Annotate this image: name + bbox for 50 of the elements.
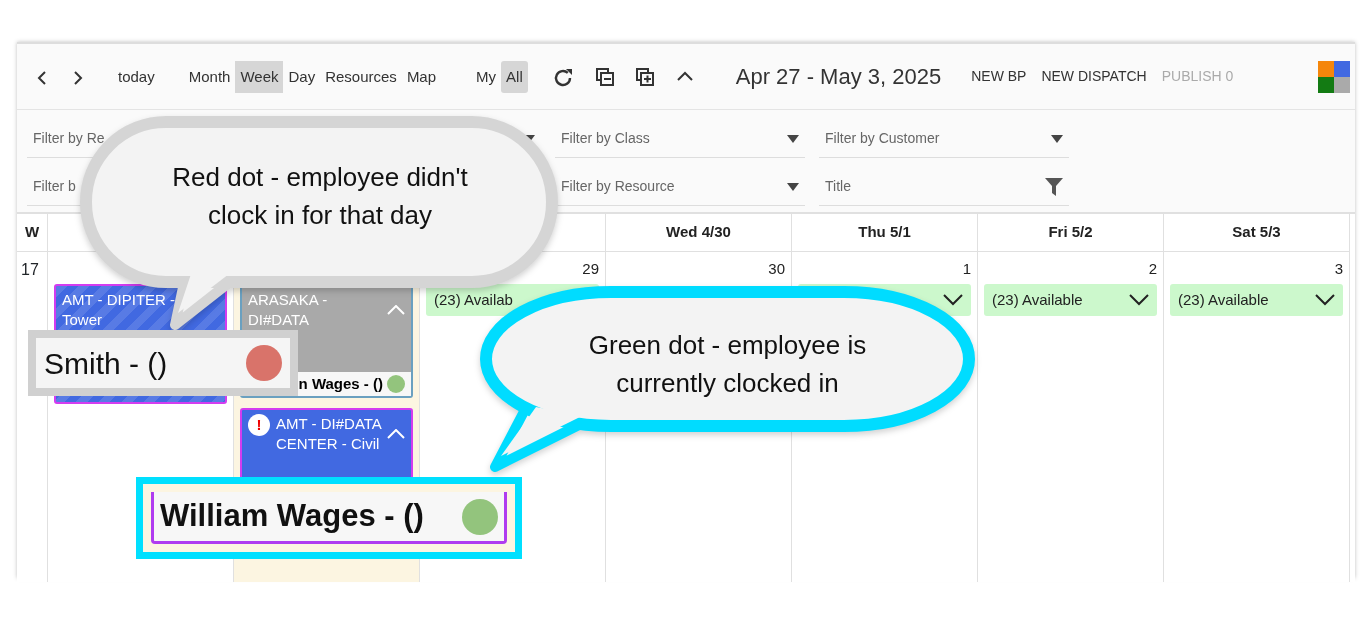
filter-field[interactable]: Filter by Class [555,120,805,158]
week-header: W [24,222,40,243]
dropdown-caret-icon [787,182,799,191]
filter-field[interactable]: Title [819,168,1069,206]
dropdown-caret-icon [787,134,799,143]
day-header: Sat 5/3 [1232,222,1281,243]
event-title: ARASAKA - DI#DATA [248,290,329,330]
chevron-down-icon [1129,294,1149,306]
day-number: 29 [582,260,599,277]
collapse-all-icon[interactable] [594,67,615,87]
today-button[interactable]: today [113,60,160,93]
refresh-icon[interactable] [552,67,575,87]
crew-name: n Wages - () [298,374,383,394]
action-link[interactable]: NEW DISPATCH [1041,66,1147,87]
day-header: Fri 5/2 [1048,222,1093,243]
day-header: Wed 4/30 [666,222,731,243]
view-tab[interactable]: Map [401,60,442,93]
scope-tab[interactable]: My [471,60,502,93]
view-tab[interactable]: Resources [320,60,402,93]
day-number: 1 [962,260,971,277]
day-number: 30 [768,260,785,277]
view-tab[interactable]: Day [283,60,321,93]
app-logo [1318,60,1350,93]
callout-text: Green dot - employee is currently clocked in [587,329,868,400]
action-link: PUBLISH 0 [1161,67,1234,86]
day-number: 3 [1334,260,1343,277]
day-number: 2 [1148,260,1157,277]
filter-icon [1045,177,1063,196]
chevron-right-icon[interactable] [72,69,84,86]
employee-name: Smith - () [44,345,168,382]
view-tab[interactable]: Month [183,60,236,93]
chevron-left-icon[interactable] [36,69,48,86]
filter-field[interactable]: Filter by Customer [819,120,1069,158]
callout-text: Red dot - employee didn't clock in for that day [171,161,469,232]
event-title: AMT - DIPITER - Tower [62,290,177,330]
week-number: 17 [21,261,39,278]
scope-tab[interactable]: All [501,60,528,93]
event-title: AMT - DI#DATA CENTER - Civil [276,414,383,454]
view-tab[interactable]: Week [235,60,284,93]
availability-bar[interactable]: (23) Available [1170,284,1343,316]
chevron-down-icon [943,294,963,306]
chevron-down-icon [1315,294,1335,306]
availability-bar[interactable]: (23) Available [984,284,1157,316]
expand-all-icon[interactable] [634,67,655,87]
alert-badge: ! [248,414,270,436]
dropdown-caret-icon [1051,134,1063,143]
day-header: Thu 5/1 [858,222,911,243]
date-range-title: Apr 27 - May 3, 2025 [735,63,942,91]
action-link[interactable]: NEW BP [971,66,1027,87]
collapse-caret-icon[interactable] [387,429,405,439]
